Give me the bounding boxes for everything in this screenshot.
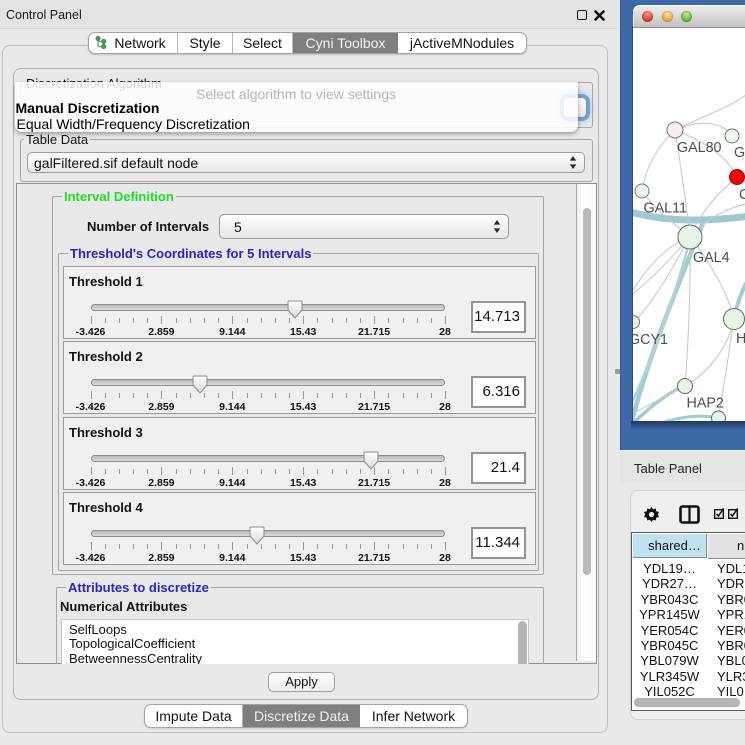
svg-text:H: H: [736, 331, 745, 347]
svg-text:GAL4: GAL4: [693, 250, 730, 266]
svg-text:GAL80: GAL80: [677, 140, 722, 156]
svg-text:GAL11: GAL11: [644, 201, 687, 217]
svg-text:G: G: [734, 145, 745, 161]
svg-text:HAP2: HAP2: [687, 396, 724, 412]
svg-text:GCY1: GCY1: [633, 332, 668, 348]
svg-text:C: C: [739, 187, 745, 203]
